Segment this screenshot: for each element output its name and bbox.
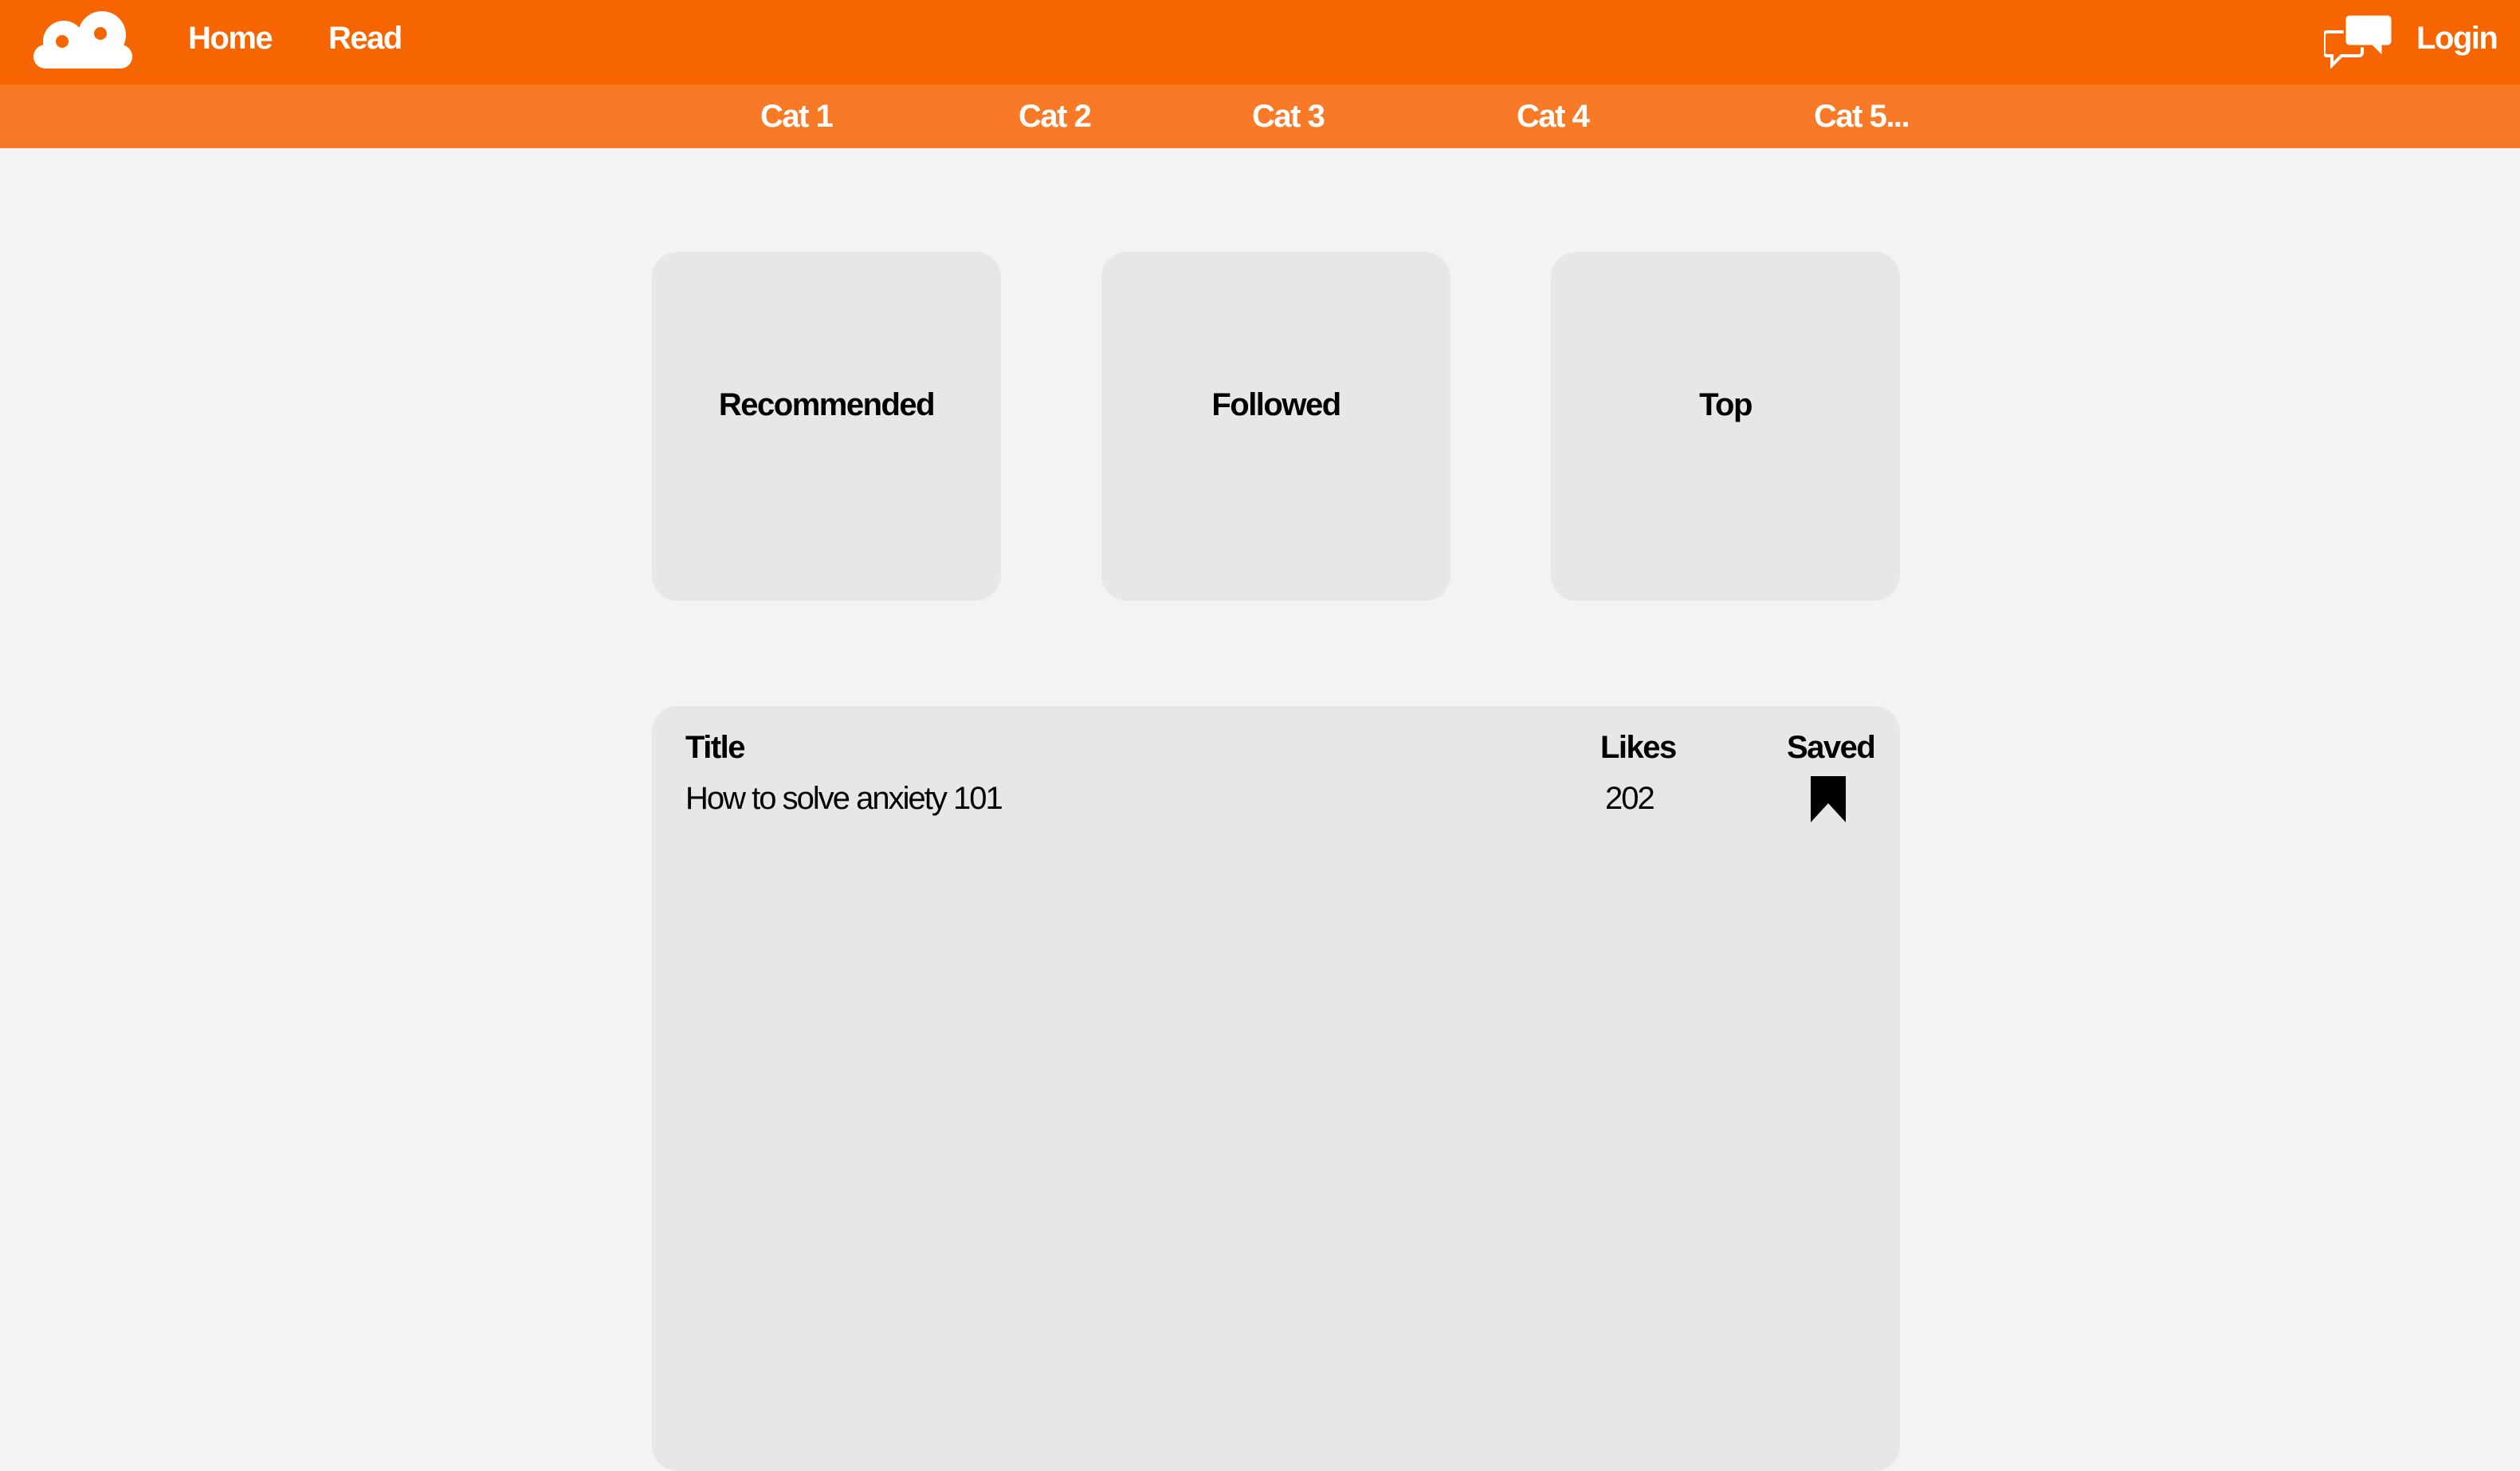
chat-bubbles-icon[interactable] — [2324, 11, 2394, 69]
category-link-1[interactable]: Cat 1 — [760, 94, 834, 139]
followed-card[interactable]: Followed — [1101, 252, 1450, 601]
table-row[interactable]: How to solve anxiety 101 202 — [652, 776, 1900, 840]
followed-card-label: Followed — [1211, 387, 1341, 422]
nav-read-link[interactable]: Read — [328, 16, 402, 61]
cloud-logo-icon[interactable] — [32, 10, 134, 70]
recommended-card[interactable]: Recommended — [652, 252, 1001, 601]
bookmark-filled-icon[interactable] — [1811, 776, 1846, 822]
top-card-label: Top — [1699, 387, 1753, 422]
article-title[interactable]: How to solve anxiety 101 — [685, 781, 1003, 817]
category-link-more[interactable]: Cat 5... — [1814, 94, 1910, 139]
column-header-likes: Likes — [1600, 730, 1677, 765]
articles-table-panel: Title Likes Saved How to solve anxiety 1… — [652, 706, 1900, 1471]
top-navigation-bar: Home Read Login — [0, 0, 2520, 84]
article-likes: 202 — [1605, 781, 1655, 816]
recommended-card-label: Recommended — [718, 387, 936, 422]
login-link[interactable]: Login — [2416, 16, 2498, 61]
category-link-2[interactable]: Cat 2 — [1019, 94, 1092, 139]
nav-home-link[interactable]: Home — [188, 16, 273, 61]
category-bar: Cat 1 Cat 2 Cat 3 Cat 4 Cat 5... — [0, 84, 2520, 148]
column-header-saved: Saved — [1787, 730, 1876, 765]
category-link-3[interactable]: Cat 3 — [1252, 94, 1325, 139]
category-link-4[interactable]: Cat 4 — [1517, 94, 1590, 139]
top-card[interactable]: Top — [1551, 252, 1900, 601]
column-header-title: Title — [685, 730, 746, 765]
